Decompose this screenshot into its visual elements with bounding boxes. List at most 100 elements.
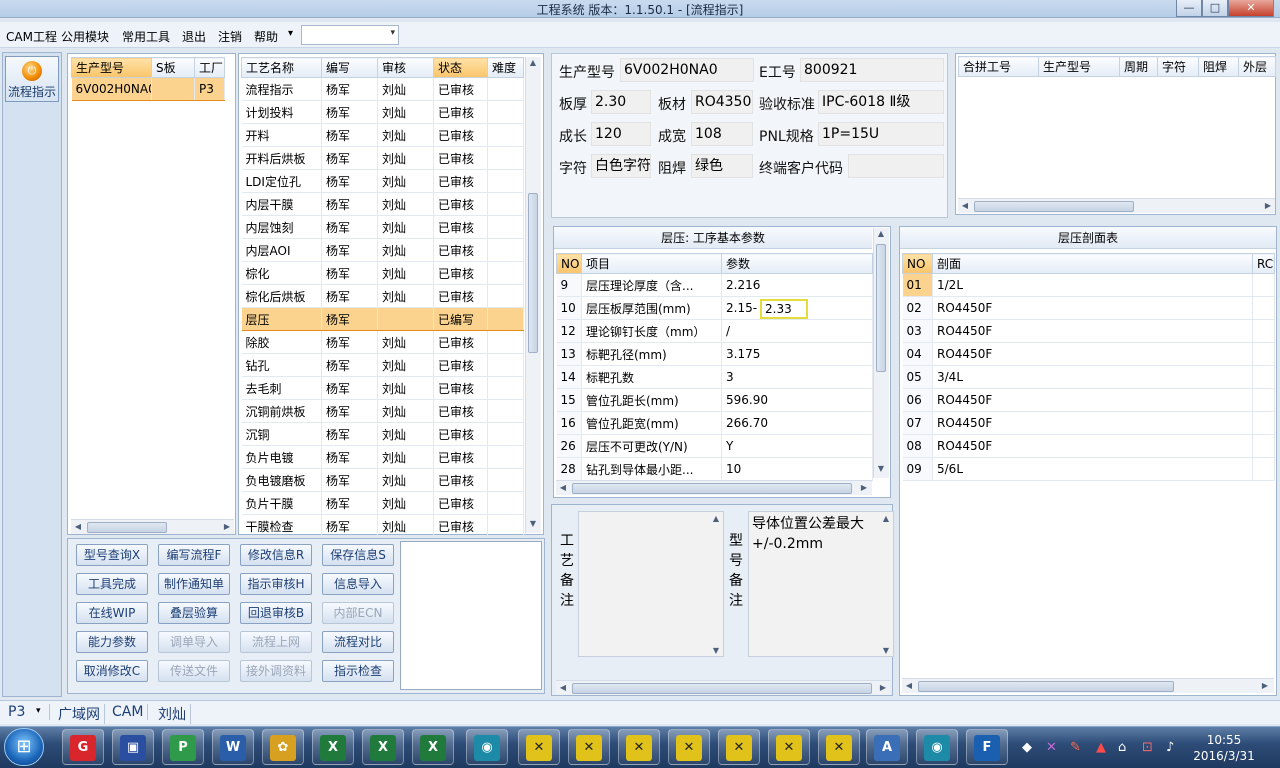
network-icon[interactable]: ⊡ <box>1142 740 1153 755</box>
scroll-thumb[interactable] <box>572 683 872 694</box>
scroll-down-icon[interactable]: ▼ <box>709 646 723 655</box>
table-row[interactable]: 01 1/2L <box>902 273 1275 297</box>
action-button-7[interactable]: 指示审核H <box>240 573 312 595</box>
col-reviewer[interactable]: 审核 <box>377 57 434 78</box>
table-row[interactable]: 棕化 杨军 刘灿 已审核 <box>241 261 524 285</box>
col-prod-model[interactable]: 生产型号 <box>71 57 152 78</box>
table-row[interactable]: 13 标靶孔径(mm) 3.175 <box>556 342 873 366</box>
col-factory[interactable]: 工厂 <box>194 57 225 78</box>
scroll-right-icon[interactable]: ▶ <box>1258 681 1272 690</box>
table-row[interactable]: 08 RO4450F <box>902 434 1275 458</box>
scroll-down-icon[interactable]: ▼ <box>526 519 540 528</box>
scroll-left-icon[interactable]: ◀ <box>71 522 85 531</box>
table-row[interactable]: 16 管位孔距宽(mm) 266.70 <box>556 411 873 435</box>
table-row[interactable]: 05 3/4L <box>902 365 1275 389</box>
table-row[interactable]: 03 RO4450F <box>902 319 1275 343</box>
volume-icon[interactable]: ♪ <box>1166 740 1174 755</box>
col-difficulty[interactable]: 难度 <box>487 57 524 78</box>
menu-cam[interactable]: CAM工程 <box>6 28 57 45</box>
col-legend[interactable]: 字符 <box>1157 56 1199 77</box>
model-hscrollbar[interactable]: ◀ ▶ <box>71 519 234 534</box>
scroll-thumb[interactable] <box>572 483 852 494</box>
action-button-18[interactable]: 传送文件 <box>158 660 230 682</box>
action-button-10[interactable]: 叠层验算 <box>158 602 230 624</box>
tray-warning-icon[interactable]: ▲ <box>1096 740 1106 755</box>
field-material[interactable]: RO4350B <box>691 90 753 114</box>
table-row[interactable]: 沉铜前烘板 杨军 刘灿 已审核 <box>241 399 524 423</box>
col-s-board[interactable]: S板 <box>151 57 195 78</box>
action-button-12[interactable]: 内部ECN <box>322 602 394 624</box>
taskbar-window-4[interactable]: ✕ <box>668 729 710 765</box>
chevron-down-icon[interactable]: ▾ <box>36 706 41 716</box>
field-width[interactable]: 108 <box>691 122 753 146</box>
table-row[interactable]: 10 层压板厚范围(mm) 2.15- <box>556 296 873 320</box>
taskbar-app-19[interactable]: F <box>966 729 1008 765</box>
taskbar-app-2[interactable]: ▣ <box>112 729 154 765</box>
action-button-19[interactable]: 接外调资料 <box>240 660 312 682</box>
taskbar-app-9[interactable]: ◉ <box>466 729 508 765</box>
taskbar-excel-2[interactable]: X <box>362 729 404 765</box>
tray-app-icon[interactable]: ◆ <box>1022 740 1032 755</box>
col-status[interactable]: 状态 <box>433 57 488 78</box>
field-solder-mask[interactable]: 绿色 <box>691 154 753 178</box>
table-row[interactable]: 06 RO4450F <box>902 388 1275 412</box>
table-row[interactable]: 12 理论铆钉长度（mm） / <box>556 319 873 343</box>
action-button-20[interactable]: 指示检查 <box>322 660 394 682</box>
field-pnl-spec[interactable]: 1P=15U <box>818 122 944 146</box>
col-outer-layer[interactable]: 外层 <box>1238 56 1276 77</box>
params-vscrollbar[interactable]: ▲ ▼ <box>873 228 889 478</box>
col-prod-model[interactable]: 生产型号 <box>1038 56 1120 77</box>
table-row[interactable]: 09 5/6L <box>902 457 1275 481</box>
field-thickness[interactable]: 2.30 <box>591 90 651 114</box>
col-cycle[interactable]: 周期 <box>1119 56 1158 77</box>
start-button[interactable]: ⊞ <box>4 728 44 766</box>
table-row[interactable]: 层压 杨军 已编写 <box>241 307 524 331</box>
action-button-9[interactable]: 在线WIP <box>76 602 148 624</box>
col-item[interactable]: 项目 <box>581 253 722 274</box>
action-button-11[interactable]: 回退审核B <box>240 602 312 624</box>
scroll-thumb[interactable] <box>528 193 538 353</box>
tray-x-icon[interactable]: ✕ <box>1046 740 1057 755</box>
action-button-1[interactable]: 型号查询X <box>76 544 148 566</box>
chevron-down-icon[interactable]: ▾ <box>288 28 293 39</box>
taskbar-window-1[interactable]: ✕ <box>518 729 560 765</box>
table-row[interactable]: 沉铜 杨军 刘灿 已审核 <box>241 422 524 446</box>
taskbar-window-6[interactable]: ✕ <box>768 729 810 765</box>
taskbar-app-5[interactable]: ✿ <box>262 729 304 765</box>
clock[interactable]: 10:55 2016/3/31 <box>1188 732 1260 764</box>
tray-device-icon[interactable]: ⌂ <box>1118 740 1126 755</box>
combined-hscrollbar[interactable]: ◀ ▶ <box>958 198 1275 213</box>
nav-flow-indicator-button[interactable]: ⏻ 流程指示 <box>5 56 59 102</box>
scroll-up-icon[interactable]: ▲ <box>526 58 540 67</box>
table-row[interactable]: 开料后烘板 杨军 刘灿 已审核 <box>241 146 524 170</box>
scroll-up-icon[interactable]: ▲ <box>709 514 723 523</box>
memo-box[interactable] <box>400 541 542 690</box>
scroll-left-icon[interactable]: ◀ <box>556 483 570 492</box>
col-solder-mask[interactable]: 阻焊 <box>1198 56 1239 77</box>
taskbar-excel-1[interactable]: X <box>312 729 354 765</box>
col-rc[interactable]: RC% <box>1252 253 1275 274</box>
menu-combo-box[interactable]: ▾ <box>301 25 399 45</box>
taskbar-app-3[interactable]: P <box>162 729 204 765</box>
action-button-4[interactable]: 保存信息S <box>322 544 394 566</box>
menu-tools[interactable]: 常用工具 <box>122 28 170 45</box>
menu-help[interactable]: 帮助 <box>254 28 278 45</box>
table-row[interactable]: 02 RO4450F <box>902 296 1275 320</box>
taskbar-excel-3[interactable]: X <box>412 729 454 765</box>
scroll-left-icon[interactable]: ◀ <box>556 683 570 692</box>
table-row[interactable]: 26 层压不可更改(Y/N) Y <box>556 434 873 458</box>
table-row[interactable]: 内层干膜 杨军 刘灿 已审核 <box>241 192 524 216</box>
field-e-number[interactable]: 800921 <box>800 58 944 82</box>
menu-common-module[interactable]: 公用模块 <box>61 28 109 45</box>
tray-tool-icon[interactable]: ✎ <box>1070 740 1081 755</box>
table-row[interactable]: 负片干膜 杨军 刘灿 已审核 <box>241 491 524 515</box>
stack-hscrollbar[interactable]: ◀ ▶ <box>902 678 1274 693</box>
scroll-down-icon[interactable]: ▼ <box>879 646 893 655</box>
taskbar-app-18[interactable]: ◉ <box>916 729 958 765</box>
scroll-up-icon[interactable]: ▲ <box>879 514 893 523</box>
close-button[interactable]: ✕ <box>1228 0 1274 17</box>
taskbar-app-17[interactable]: A <box>866 729 908 765</box>
taskbar-window-2[interactable]: ✕ <box>568 729 610 765</box>
scroll-left-icon[interactable]: ◀ <box>902 681 916 690</box>
action-button-3[interactable]: 修改信息R <box>240 544 312 566</box>
